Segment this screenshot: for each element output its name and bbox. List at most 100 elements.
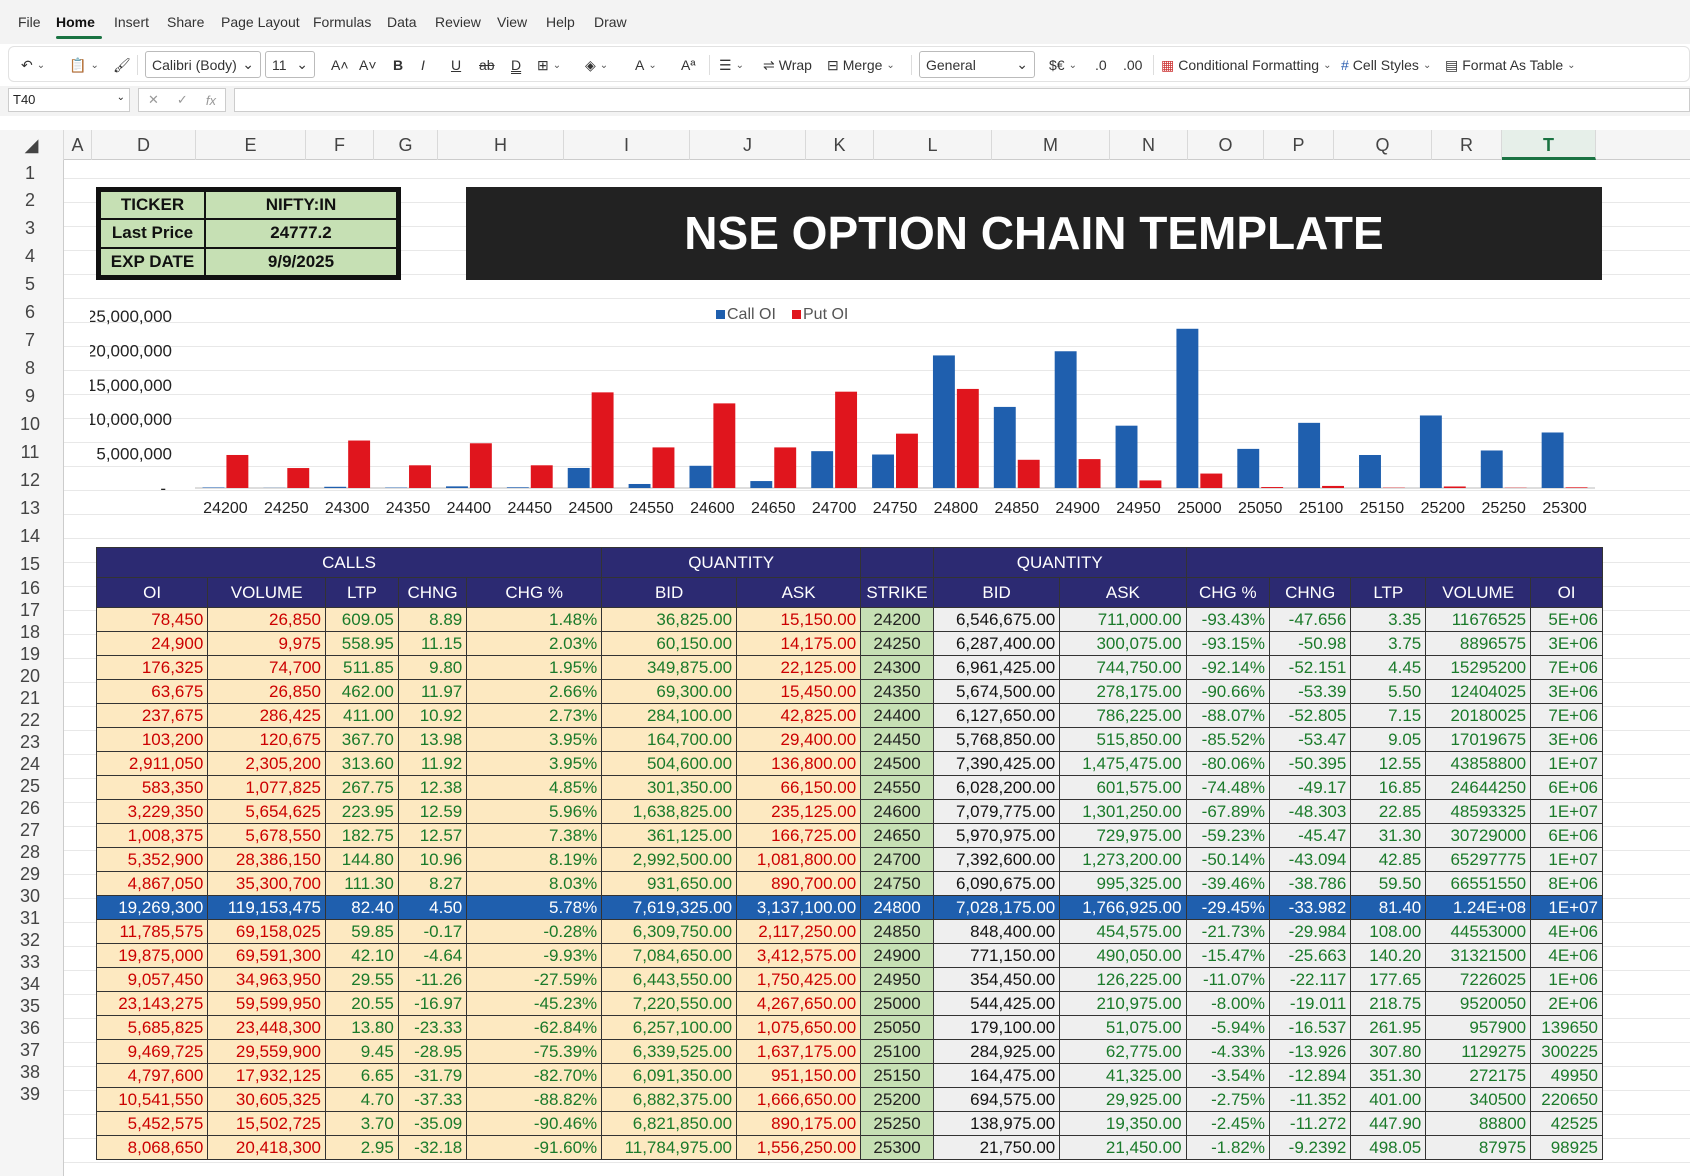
conditional-formatting-button[interactable]: ▦ Conditional Formatting ⌄ xyxy=(1161,53,1331,77)
table-cell[interactable]: 3E+06 xyxy=(1530,727,1603,752)
table-cell[interactable]: 7.38% xyxy=(466,823,603,848)
table-cell[interactable]: -16.537 xyxy=(1268,1015,1352,1040)
table-cell[interactable]: 35,300,700 xyxy=(207,871,327,896)
table-cell[interactable]: 8.89 xyxy=(397,607,468,632)
column-header[interactable]: OI xyxy=(95,577,209,608)
table-cell[interactable]: 42,825.00 xyxy=(736,703,862,728)
table-cell[interactable]: 1.24E+08 xyxy=(1425,895,1532,920)
table-cell[interactable]: 103,200 xyxy=(95,727,209,752)
table-cell[interactable]: 1129275 xyxy=(1425,1039,1532,1064)
table-cell[interactable]: 140.20 xyxy=(1350,943,1427,968)
table-cell[interactable]: 951,150.00 xyxy=(736,1063,862,1088)
menu-data[interactable]: Data xyxy=(387,14,417,30)
table-cell[interactable]: 24644250 xyxy=(1425,775,1532,800)
table-cell[interactable]: 138,975.00 xyxy=(932,1111,1061,1136)
table-cell[interactable]: 2E+06 xyxy=(1530,991,1603,1016)
table-cell[interactable]: -12.894 xyxy=(1268,1063,1352,1088)
table-cell[interactable]: 19,875,000 xyxy=(95,943,209,968)
table-cell[interactable]: -59.23% xyxy=(1185,823,1271,848)
table-cell[interactable]: -53.47 xyxy=(1268,727,1352,752)
table-cell[interactable]: 69,300.00 xyxy=(601,679,738,704)
table-cell[interactable]: -23.33 xyxy=(397,1015,468,1040)
table-cell[interactable]: 462.00 xyxy=(325,679,399,704)
column-header[interactable]: CHNG xyxy=(397,577,468,608)
table-cell[interactable]: 66,150.00 xyxy=(736,775,862,800)
table-cell[interactable]: 5E+06 xyxy=(1530,607,1603,632)
function-icon[interactable]: fx xyxy=(206,93,216,108)
table-cell[interactable]: 2,911,050 xyxy=(95,751,209,776)
table-cell[interactable]: 15,450.00 xyxy=(736,679,862,704)
table-cell[interactable]: -62.84% xyxy=(466,1015,603,1040)
table-cell[interactable]: 6,090,675.00 xyxy=(932,871,1061,896)
table-cell[interactable]: 544,425.00 xyxy=(932,991,1061,1016)
column-header[interactable]: CHG % xyxy=(1185,577,1271,608)
table-cell[interactable]: 48593325 xyxy=(1425,799,1532,824)
table-cell[interactable]: 29,925.00 xyxy=(1059,1087,1187,1112)
table-cell[interactable]: 126,225.00 xyxy=(1059,967,1187,992)
table-cell[interactable]: 24850 xyxy=(860,919,934,944)
number-format-select[interactable]: General ⌄ xyxy=(919,51,1035,78)
table-cell[interactable]: 29,559,900 xyxy=(207,1039,327,1064)
table-cell[interactable]: 300225 xyxy=(1530,1039,1603,1064)
table-cell[interactable]: -90.66% xyxy=(1185,679,1271,704)
table-cell[interactable]: 7226025 xyxy=(1425,967,1532,992)
table-cell[interactable]: 6E+06 xyxy=(1530,823,1603,848)
table-cell[interactable]: -2.75% xyxy=(1185,1087,1271,1112)
column-header[interactable]: BID xyxy=(932,577,1061,608)
table-cell[interactable]: 267.75 xyxy=(325,775,399,800)
table-cell[interactable]: -45.47 xyxy=(1268,823,1352,848)
column-header[interactable]: CHG % xyxy=(466,577,603,608)
table-cell[interactable]: 454,575.00 xyxy=(1059,919,1187,944)
table-cell[interactable]: 144.80 xyxy=(325,847,399,872)
table-cell[interactable]: 411.00 xyxy=(325,703,399,728)
table-cell[interactable]: -33.982 xyxy=(1268,895,1352,920)
enter-icon[interactable]: ✓ xyxy=(177,92,188,108)
table-cell[interactable]: 1,638,825.00 xyxy=(601,799,738,824)
format-painter-icon[interactable]: 🖌 xyxy=(113,53,131,77)
table-cell[interactable]: 177.65 xyxy=(1350,967,1427,992)
merge-button[interactable]: ⊟ Merge ⌄ xyxy=(827,53,895,77)
table-cell[interactable]: 3E+06 xyxy=(1530,679,1603,704)
table-cell[interactable]: 711,000.00 xyxy=(1059,607,1187,632)
table-cell[interactable]: -3.54% xyxy=(1185,1063,1271,1088)
table-cell[interactable]: -4.64 xyxy=(397,943,468,968)
table-cell[interactable]: 11,784,975.00 xyxy=(601,1135,738,1160)
table-cell[interactable]: 3,229,350 xyxy=(95,799,209,824)
table-cell[interactable]: 182.75 xyxy=(325,823,399,848)
table-cell[interactable]: 6,882,375.00 xyxy=(601,1087,738,1112)
table-cell[interactable]: 5,768,850.00 xyxy=(932,727,1061,752)
table-cell[interactable]: 1E+07 xyxy=(1530,751,1603,776)
table-cell[interactable]: 12.38 xyxy=(397,775,468,800)
menu-file[interactable]: File xyxy=(18,14,41,30)
table-cell[interactable]: 164,475.00 xyxy=(932,1063,1061,1088)
table-cell[interactable]: 7,619,325.00 xyxy=(601,895,738,920)
grow-font-icon[interactable]: A˄ xyxy=(331,53,349,77)
table-cell[interactable]: -91.60% xyxy=(466,1135,603,1160)
column-header[interactable]: STRIKE xyxy=(860,577,934,608)
table-cell[interactable]: -43.094 xyxy=(1268,847,1352,872)
table-cell[interactable]: 6E+06 xyxy=(1530,775,1603,800)
table-cell[interactable]: 25050 xyxy=(860,1015,934,1040)
table-cell[interactable]: 24750 xyxy=(860,871,934,896)
column-header[interactable]: LTP xyxy=(1350,577,1427,608)
table-cell[interactable]: 14,175.00 xyxy=(736,631,862,656)
table-cell[interactable]: 5,352,900 xyxy=(95,847,209,872)
table-cell[interactable]: 69,591,300 xyxy=(207,943,327,968)
table-cell[interactable]: 24800 xyxy=(860,895,934,920)
table-cell[interactable]: 609.05 xyxy=(325,607,399,632)
table-cell[interactable]: 11.15 xyxy=(397,631,468,656)
table-cell[interactable]: -39.46% xyxy=(1185,871,1271,896)
table-cell[interactable]: 504,600.00 xyxy=(601,751,738,776)
table-cell[interactable]: 3E+06 xyxy=(1530,631,1603,656)
table-cell[interactable]: 744,750.00 xyxy=(1059,655,1187,680)
table-cell[interactable]: 12404025 xyxy=(1425,679,1532,704)
table-cell[interactable]: 1,637,175.00 xyxy=(736,1039,862,1064)
table-cell[interactable]: 6,961,425.00 xyxy=(932,655,1061,680)
table-cell[interactable]: 24550 xyxy=(860,775,934,800)
table-cell[interactable]: 848,400.00 xyxy=(932,919,1061,944)
table-cell[interactable]: 63,675 xyxy=(95,679,209,704)
table-cell[interactable]: 4,267,650.00 xyxy=(736,991,862,1016)
table-cell[interactable]: 1,750,425.00 xyxy=(736,967,862,992)
table-cell[interactable]: 1,008,375 xyxy=(95,823,209,848)
table-cell[interactable]: 1E+07 xyxy=(1530,895,1603,920)
